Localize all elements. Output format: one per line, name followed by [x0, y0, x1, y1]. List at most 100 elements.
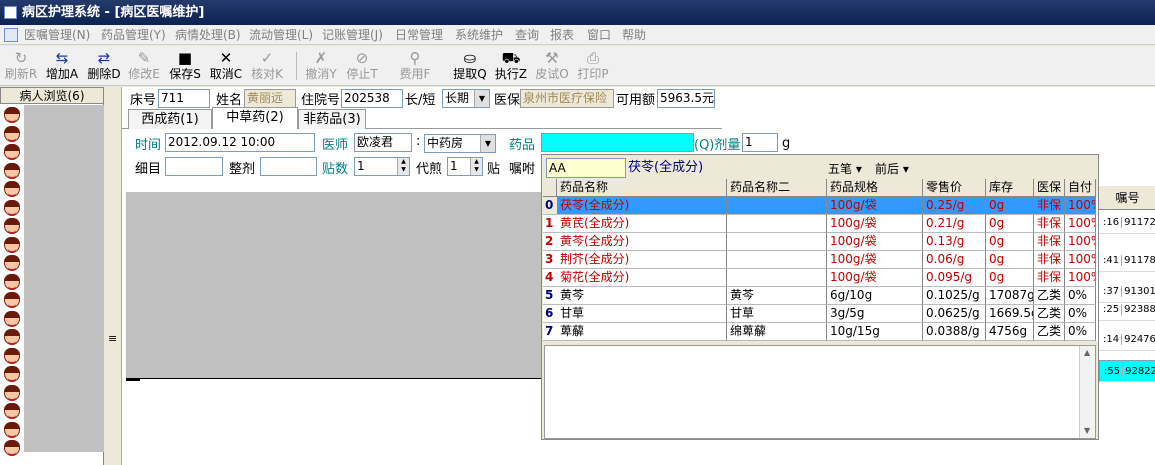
table-row[interactable]: :16911727	[1099, 212, 1155, 234]
table-row[interactable]: 1黄芪(全成分) 100g/袋0.21/g0g非保100%	[543, 215, 1098, 233]
patient-avatar-icon[interactable]	[4, 162, 20, 179]
table-row[interactable]: :25923880	[1099, 299, 1155, 321]
tab-western-medicine[interactable]: 西成药(1)	[128, 109, 212, 129]
patient-avatar-icon[interactable]	[4, 218, 20, 234]
menu-help[interactable]: 帮助	[622, 25, 646, 45]
patient-avatar-icon[interactable]	[4, 144, 20, 160]
order-grid[interactable]	[126, 192, 546, 378]
cancel-button[interactable]: ✕ 取消C	[208, 49, 244, 81]
patient-list-header[interactable]: 病人浏览(6)	[0, 87, 104, 104]
execute-button[interactable]: ⛟ 执行Z	[493, 49, 529, 81]
patient-avatar-icon[interactable]	[4, 273, 20, 290]
menu-flow[interactable]: 流动管理(L)	[249, 25, 313, 45]
spin-arrows-icon[interactable]: ▲ ▼	[397, 158, 409, 175]
patient-avatar-icon[interactable]	[4, 329, 20, 345]
patient-avatar-icon[interactable]	[4, 440, 20, 456]
admission-field[interactable]: 202538	[341, 89, 403, 108]
extract-button[interactable]: ⛀ 提取Q	[452, 49, 488, 81]
patient-avatar-icon[interactable]	[4, 255, 20, 271]
dosage-form-field[interactable]	[260, 157, 317, 176]
table-row[interactable]: :14924765	[1099, 329, 1155, 351]
patient-avatar-icon[interactable]	[4, 366, 20, 382]
column-header[interactable]: 零售价	[923, 179, 986, 197]
column-header[interactable]: 自付	[1065, 179, 1096, 197]
table-row[interactable]: 2黄芩(全成分) 100g/袋0.13/g0g非保100%	[543, 233, 1098, 251]
patient-avatar-icon[interactable]	[4, 384, 20, 401]
delete-button[interactable]: ⇄ 删除D	[86, 49, 122, 81]
balance-field[interactable]: 5963.5元	[657, 89, 715, 108]
panel-splitter[interactable]: ≡	[104, 87, 122, 465]
match-mode-select[interactable]: 前后 ▾	[875, 160, 909, 177]
spin-arrows-icon[interactable]: ▲ ▼	[470, 158, 482, 175]
patient-avatar-icon[interactable]	[4, 199, 20, 216]
scrollbar[interactable]: ▲ ▼	[1079, 346, 1095, 438]
menu-drugs[interactable]: 药品管理(Y)	[101, 25, 166, 45]
drug-field[interactable]	[541, 133, 694, 152]
patient-avatar-icon[interactable]	[4, 421, 20, 438]
edit-button[interactable]: ✎ 修改E	[127, 49, 161, 81]
table-row[interactable]: 4菊花(全成分) 100g/袋0.095/g0g非保100%	[543, 269, 1098, 287]
table-cell: 0g	[986, 215, 1034, 233]
print-button[interactable]: ⎙ 打印P	[575, 49, 611, 81]
drug-detail-area[interactable]: ▲ ▼	[544, 345, 1096, 439]
table-row[interactable]: 6 甘草 甘草 3g/5g 0.0625/g 1669.5g 乙类 0%	[543, 305, 1098, 323]
patient-avatar-icon[interactable]	[4, 347, 20, 364]
patient-avatar-icon[interactable]	[4, 292, 20, 308]
decoct-stepper[interactable]: 1 ▲ ▼	[447, 157, 483, 176]
stop-button[interactable]: ⊘ 停止T	[344, 49, 380, 81]
pharmacy-select[interactable]: 中药房 ▼	[424, 134, 496, 153]
table-row[interactable]: 3荆芥(全成分) 100g/袋0.06/g0g非保100%	[543, 251, 1098, 269]
menu-report[interactable]: 报表	[550, 25, 574, 45]
refresh-button[interactable]: ↻ 刷新R	[4, 49, 38, 81]
table-cell: 4	[543, 269, 557, 287]
skin-test-button[interactable]: ⚒ 皮试O	[534, 49, 570, 81]
patient-list-area[interactable]	[24, 105, 104, 452]
menu-condition[interactable]: 病情处理(B)	[175, 25, 241, 45]
menu-billing[interactable]: 记账管理(J)	[322, 25, 383, 45]
add-button[interactable]: ⇆ 增加A	[44, 49, 80, 81]
document-icon[interactable]	[4, 28, 18, 42]
patient-avatar-icon[interactable]	[4, 403, 20, 419]
verify-button[interactable]: ✓ 核对K	[249, 49, 285, 81]
patient-avatar-icon[interactable]	[4, 107, 20, 123]
tab-non-drug[interactable]: 非药品(3)	[298, 109, 366, 129]
packs-stepper[interactable]: 1 ▲ ▼	[354, 157, 410, 176]
table-cell: 0.0388/g	[923, 323, 986, 341]
drug-search-input[interactable]: AA	[546, 158, 626, 178]
column-header[interactable]: 药品名称二	[727, 179, 827, 197]
chevron-down-icon: ▼	[474, 90, 489, 107]
column-header[interactable]	[543, 179, 557, 197]
patient-avatar-icon[interactable]	[4, 181, 20, 197]
menu-window[interactable]: 窗口	[587, 25, 611, 45]
table-row[interactable]: :41911787	[1099, 250, 1155, 272]
patient-avatar-icon[interactable]	[4, 310, 20, 327]
table-row[interactable]: :55928224	[1099, 360, 1155, 382]
menu-orders[interactable]: 医嘱管理(N)	[24, 25, 90, 45]
fee-button[interactable]: ⚲ 费用F	[397, 49, 433, 81]
name-field[interactable]: 黄丽远	[244, 89, 296, 108]
menu-daily[interactable]: 日常管理	[395, 25, 443, 45]
undo-button[interactable]: ✗ 撤消Y	[303, 49, 339, 81]
column-header[interactable]: 药品规格	[827, 179, 923, 197]
drug-search-hint: 茯苓(全成分)	[628, 160, 704, 175]
menu-system[interactable]: 系统维护	[455, 25, 503, 45]
time-field[interactable]: 2012.09.12 10:00	[165, 133, 315, 152]
patient-avatar-icon[interactable]	[4, 125, 20, 142]
column-header[interactable]: 库存	[986, 179, 1034, 197]
menu-query[interactable]: 查询	[515, 25, 539, 45]
dose-field[interactable]: 1	[742, 133, 778, 152]
table-row[interactable]: 5 黄芩 黄芩 6g/10g 0.1025/g 17087g 乙类 0%	[543, 287, 1098, 305]
column-header[interactable]: 药品名称	[557, 179, 727, 197]
term-select[interactable]: 长期 ▼	[442, 89, 490, 108]
insurance-field[interactable]: 泉州市医疗保险	[520, 89, 614, 108]
column-header[interactable]: 医保	[1034, 179, 1065, 197]
table-row[interactable]: 7 萆薢 绵萆薢 10g/15g 0.0388/g 4756g 乙类 0%	[543, 323, 1098, 341]
table-row[interactable]: 0茯苓(全成分) 100g/袋0.25/g0g非保100%	[543, 197, 1098, 215]
detail-field[interactable]	[165, 157, 223, 176]
save-button[interactable]: ■ 保存S	[167, 49, 203, 81]
doctor-field[interactable]: 欧凌君	[354, 133, 412, 152]
input-method-select[interactable]: 五笔 ▾	[828, 160, 862, 177]
tab-herbal-medicine[interactable]: 中草药(2)	[212, 107, 298, 129]
patient-avatar-icon[interactable]	[4, 236, 20, 253]
bed-field[interactable]: 711	[158, 89, 210, 108]
